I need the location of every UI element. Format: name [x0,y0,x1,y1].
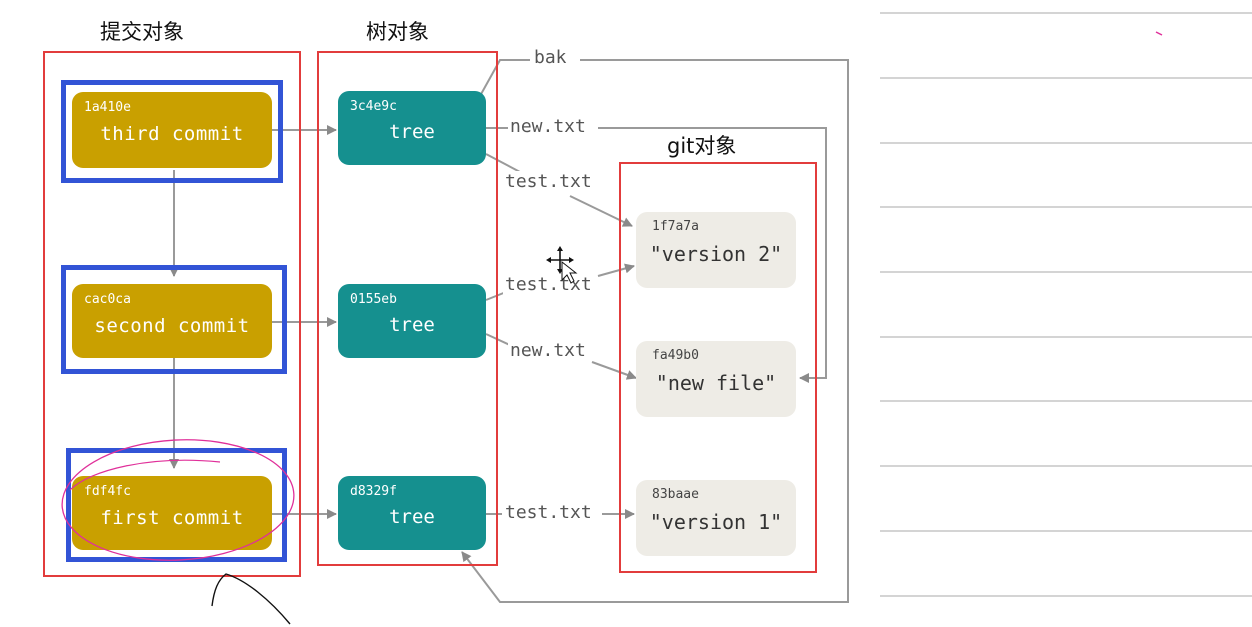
black-ink-stroke [211,573,291,625]
ruled-line [880,206,1252,208]
ruled-line [880,12,1252,14]
pink-ink-mark [1155,31,1163,36]
ruled-line [880,271,1252,273]
ruled-line [880,530,1252,532]
ruled-line [880,400,1252,402]
ruled-line [880,595,1252,597]
ruled-line [880,142,1252,144]
ruled-line [880,465,1252,467]
ruled-line [880,336,1252,338]
pink-ink-circle [61,439,295,561]
ruled-line [880,77,1252,79]
annotation-layer [61,31,1163,625]
move-cursor-icon [546,246,578,284]
pink-ink-stroke [69,459,221,491]
